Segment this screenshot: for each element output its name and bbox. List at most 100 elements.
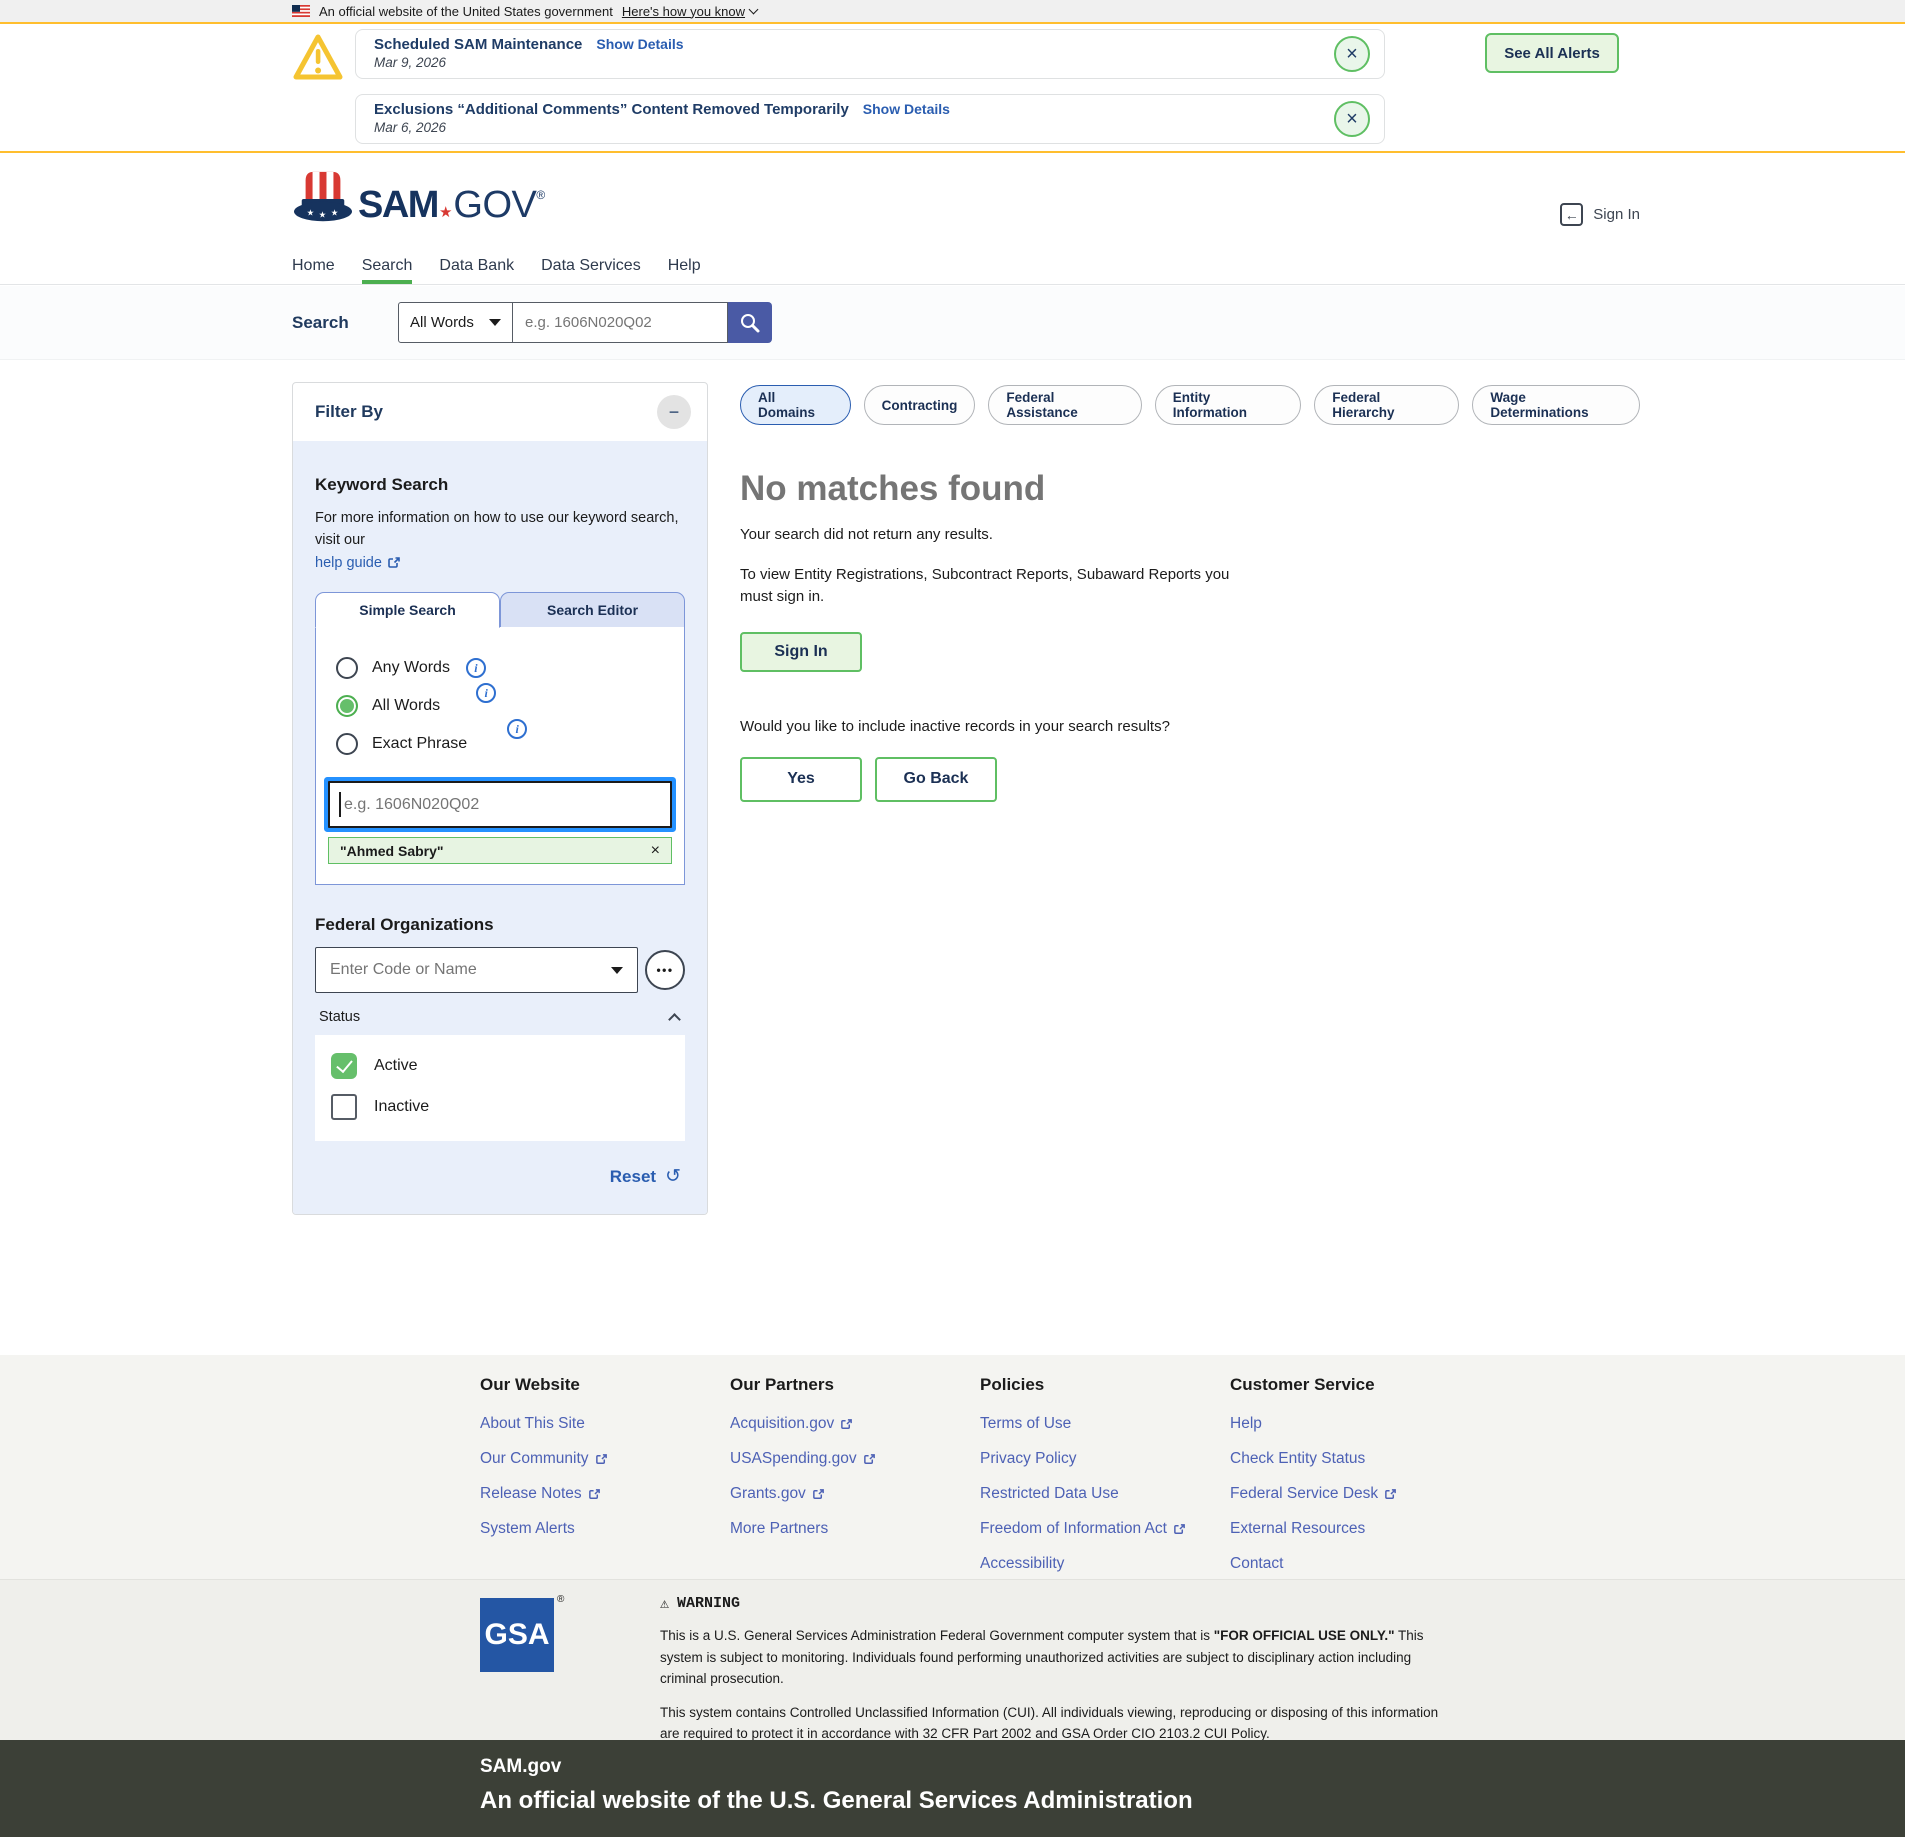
pill-federal-hierarchy[interactable]: Federal Hierarchy — [1314, 385, 1459, 425]
svg-text:★: ★ — [307, 207, 315, 217]
footer-site-title: SAM.gov — [480, 1756, 1905, 1778]
more-options-button[interactable]: ••• — [645, 950, 685, 990]
footer-link-federal-service-desk[interactable]: Federal Service Desk — [1230, 1485, 1397, 1503]
gsa-warning-strip: GSA ® ⚠ WARNING This is a U.S. General S… — [0, 1579, 1905, 1740]
site-footer-bar: SAM.gov An official website of the U.S. … — [0, 1740, 1905, 1837]
nav-item-data-bank[interactable]: Data Bank — [439, 247, 514, 284]
svg-text:★: ★ — [319, 209, 327, 219]
reset-filters-link[interactable]: Reset ↺ — [319, 1165, 681, 1188]
search-mode-select[interactable]: All Words — [398, 302, 513, 343]
info-icon[interactable]: i — [507, 719, 527, 739]
radio-all-words-label: All Words — [372, 697, 440, 715]
tab-simple-search[interactable]: Simple Search — [315, 592, 500, 628]
info-icon[interactable]: i — [476, 683, 496, 703]
yes-button[interactable]: Yes — [740, 757, 862, 802]
radio-any-words[interactable] — [336, 657, 358, 679]
footer-link-help[interactable]: Help — [1230, 1415, 1397, 1433]
footer-link-acquisition-gov[interactable]: Acquisition.gov — [730, 1415, 876, 1433]
alert-card: Scheduled SAM Maintenance Show Details M… — [355, 29, 1385, 79]
footer-site-subtitle: An official website of the U.S. General … — [480, 1787, 1905, 1815]
footer-link-grants-gov[interactable]: Grants.gov — [730, 1485, 876, 1503]
see-all-alerts-button[interactable]: See All Alerts — [1485, 33, 1619, 73]
warning-triangle-icon — [292, 32, 344, 84]
top-search-input[interactable] — [513, 302, 728, 343]
footer-link-contact[interactable]: Contact — [1230, 1555, 1397, 1573]
checkbox-inactive[interactable] — [331, 1094, 357, 1120]
footer-link-system-alerts[interactable]: System Alerts — [480, 1520, 608, 1538]
footer-link-more-partners[interactable]: More Partners — [730, 1520, 876, 1538]
footer-link-terms-of-use[interactable]: Terms of Use — [980, 1415, 1186, 1433]
nav-item-home[interactable]: Home — [292, 247, 335, 284]
keyword-info-text: For more information on how to use our k… — [315, 507, 685, 574]
sam-gov-logo[interactable]: ★ ★ ★ SAM ★ GOV ® — [292, 169, 545, 227]
show-details-link[interactable]: Show Details — [863, 101, 950, 117]
pill-contracting[interactable]: Contracting — [864, 385, 976, 425]
warning-paragraph-1: This is a U.S. General Services Administ… — [660, 1625, 1460, 1690]
external-link-icon — [1384, 1488, 1397, 1501]
checkbox-active[interactable] — [331, 1053, 357, 1079]
footer-link-privacy-policy[interactable]: Privacy Policy — [980, 1450, 1186, 1468]
info-icon[interactable]: i — [466, 658, 486, 678]
alert-date: Mar 6, 2026 — [374, 120, 1324, 135]
sign-in-label: Sign In — [1593, 206, 1640, 223]
nav-item-help[interactable]: Help — [668, 247, 701, 284]
search-mode-value: All Words — [410, 314, 474, 331]
footer-link-our-community[interactable]: Our Community — [480, 1450, 608, 1468]
footer-heading: Our Partners — [730, 1375, 876, 1395]
footer-link-release-notes[interactable]: Release Notes — [480, 1485, 608, 1503]
external-link-icon — [588, 1488, 601, 1501]
radio-all-words[interactable] — [336, 695, 358, 717]
chevron-down-icon — [749, 4, 759, 14]
search-strip: Search All Words — [0, 286, 1905, 360]
external-link-icon — [387, 556, 401, 570]
close-alert-button[interactable]: × — [1334, 101, 1370, 137]
how-you-know-link[interactable]: Here's how you know — [622, 4, 757, 19]
pill-federal-assistance[interactable]: Federal Assistance — [988, 385, 1141, 425]
magnifier-icon — [739, 312, 761, 334]
sign-in-button[interactable]: Sign In — [740, 632, 862, 672]
close-alert-button[interactable]: × — [1334, 36, 1370, 72]
pill-wage-determinations[interactable]: Wage Determinations — [1472, 385, 1640, 425]
no-matches-heading: No matches found — [740, 469, 1640, 509]
footer-link-external-resources[interactable]: External Resources — [1230, 1520, 1397, 1538]
external-link-icon — [840, 1418, 853, 1431]
footer-link-usaspending-gov[interactable]: USASpending.gov — [730, 1450, 876, 1468]
keyword-search-heading: Keyword Search — [315, 475, 685, 495]
search-strip-label: Search — [292, 313, 398, 333]
show-details-link[interactable]: Show Details — [596, 36, 683, 52]
keyword-search-tabs: Simple Search Search Editor — [315, 592, 685, 628]
nav-item-data-services[interactable]: Data Services — [541, 247, 641, 284]
federal-organizations-select[interactable]: Enter Code or Name — [315, 947, 638, 993]
remove-chip-icon[interactable]: × — [651, 842, 660, 860]
search-submit-button[interactable] — [728, 302, 772, 343]
pill-all-domains[interactable]: All Domains — [740, 385, 851, 425]
filter-panel-title: Filter By — [315, 402, 383, 422]
collapse-filters-button[interactable]: − — [657, 395, 691, 429]
sam-gov-search-page: An official website of the United States… — [0, 0, 1905, 1837]
footer-link-check-entity-status[interactable]: Check Entity Status — [1230, 1450, 1397, 1468]
reset-icon: ↺ — [665, 1165, 681, 1188]
footer-links: Our Website About This Site Our Communit… — [0, 1355, 1905, 1579]
footer-link-about-this-site[interactable]: About This Site — [480, 1415, 608, 1433]
footer-link-accessibility[interactable]: Accessibility — [980, 1555, 1186, 1573]
pill-entity-information[interactable]: Entity Information — [1155, 385, 1302, 425]
sign-in-arrow-icon: ← — [1560, 203, 1583, 226]
domain-filter-pills: All Domains Contracting Federal Assistan… — [740, 385, 1640, 425]
chevron-up-icon[interactable] — [668, 1013, 681, 1026]
logo-sam-text: SAM — [358, 184, 438, 227]
footer-link-foia[interactable]: Freedom of Information Act — [980, 1520, 1186, 1538]
footer-link-restricted-data-use[interactable]: Restricted Data Use — [980, 1485, 1186, 1503]
ellipsis-icon: ••• — [656, 963, 673, 977]
logo-gov-text: GOV — [453, 184, 536, 227]
footer-heading: Our Website — [480, 1375, 608, 1395]
sign-in-notice: To view Entity Registrations, Subcontrac… — [740, 564, 1240, 608]
go-back-button[interactable]: Go Back — [875, 757, 997, 802]
header-sign-in-link[interactable]: ← Sign In — [1560, 203, 1640, 226]
nav-item-search[interactable]: Search — [362, 247, 413, 284]
help-guide-link[interactable]: help guide — [315, 552, 401, 574]
tab-search-editor[interactable]: Search Editor — [500, 592, 685, 628]
keyword-search-input[interactable] — [328, 781, 672, 828]
keyword-chip-label: "Ahmed Sabry" — [340, 843, 444, 859]
radio-exact-phrase[interactable] — [336, 733, 358, 755]
checkbox-inactive-label: Inactive — [374, 1098, 429, 1116]
